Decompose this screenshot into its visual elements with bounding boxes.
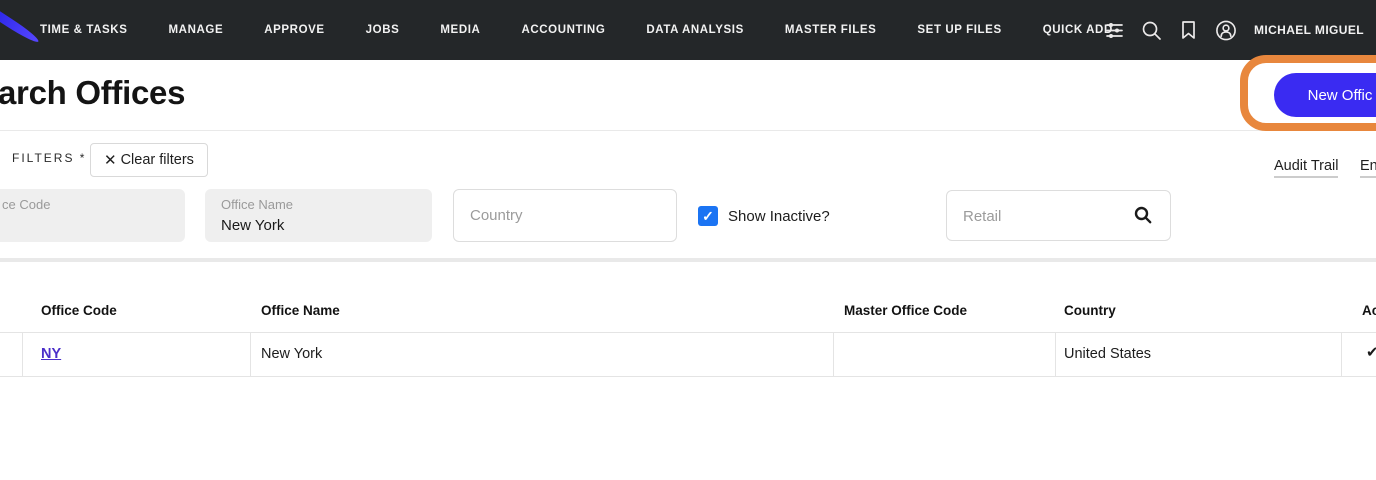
top-nav-bar: TIME & TASKS MANAGE APPROVE JOBS MEDIA A…: [0, 0, 1376, 60]
cell-divider: [1341, 333, 1342, 376]
office-name-cell: New York: [261, 346, 323, 362]
en-link[interactable]: En: [1360, 158, 1376, 178]
cell-divider: [1055, 333, 1056, 376]
col-header-active[interactable]: Ac: [1362, 303, 1376, 318]
col-header-country[interactable]: Country: [1064, 303, 1116, 318]
nav-item-manage[interactable]: MANAGE: [169, 24, 224, 36]
nav-item-accounting[interactable]: ACCOUNTING: [521, 24, 605, 36]
nav-item-master-files[interactable]: MASTER FILES: [785, 24, 877, 36]
cell-divider: [833, 333, 834, 376]
user-avatar-icon[interactable]: [1215, 19, 1237, 41]
sliders-icon[interactable]: [1104, 19, 1126, 41]
filters-label: FILTERS *: [12, 151, 87, 165]
nav-item-jobs[interactable]: JOBS: [366, 24, 400, 36]
clear-filters-label: Clear filters: [120, 152, 194, 168]
col-header-master-office-code[interactable]: Master Office Code: [844, 303, 967, 318]
nav-item-media[interactable]: MEDIA: [440, 24, 480, 36]
cell-divider: [22, 333, 23, 376]
type-search-field[interactable]: Retail: [946, 190, 1171, 241]
country-placeholder: Country: [470, 207, 523, 224]
nav-item-set-up-files[interactable]: SET UP FILES: [917, 24, 1001, 36]
office-code-link[interactable]: NY: [41, 346, 61, 362]
cell-divider: [250, 333, 251, 376]
type-search-placeholder: Retail: [963, 208, 1002, 225]
clear-filters-button[interactable]: ✕ Clear filters: [90, 143, 208, 177]
active-check-icon: ✔: [1366, 344, 1376, 361]
nav-item-approve[interactable]: APPROVE: [264, 24, 324, 36]
col-header-office-code[interactable]: Office Code: [41, 303, 117, 318]
search-icon[interactable]: [1141, 19, 1163, 41]
table-row[interactable]: NY New York United States ✔: [0, 332, 1376, 377]
col-header-office-name[interactable]: Office Name: [261, 303, 340, 318]
country-field[interactable]: Country: [453, 189, 677, 242]
show-inactive-label: Show Inactive?: [728, 208, 830, 225]
audit-trail-link[interactable]: Audit Trail: [1274, 158, 1339, 178]
show-inactive-checkbox[interactable]: ✓: [698, 206, 718, 226]
nav-right-cluster: MICHAEL MIGUEL: [1104, 0, 1366, 60]
office-name-value: New York: [221, 217, 285, 234]
clear-x-icon: ✕: [104, 151, 117, 169]
nav-item-time-tasks[interactable]: TIME & TASKS: [40, 24, 128, 36]
office-code-label: ce Code: [2, 197, 51, 212]
page-title: arch Offices: [0, 74, 186, 111]
nav-item-quick-add[interactable]: QUICK ADD: [1043, 24, 1113, 36]
section-divider: [0, 258, 1376, 262]
office-name-label: Office Name: [221, 197, 294, 212]
page-header: arch Offices: [0, 60, 1376, 131]
app-logo: [0, 0, 41, 46]
country-cell: United States: [1064, 346, 1152, 362]
new-office-button[interactable]: New Offic: [1274, 73, 1376, 117]
checkmark-icon: ✓: [702, 208, 714, 224]
office-name-field[interactable]: Office Name New York: [205, 189, 432, 242]
office-code-field[interactable]: ce Code: [0, 189, 185, 242]
search-submit-icon[interactable]: [1134, 206, 1152, 229]
user-name[interactable]: MICHAEL MIGUEL: [1254, 23, 1366, 37]
nav-menu: TIME & TASKS MANAGE APPROVE JOBS MEDIA A…: [0, 24, 1113, 36]
bookmark-icon[interactable]: [1178, 19, 1200, 41]
nav-item-data-analysis[interactable]: DATA ANALYSIS: [646, 24, 743, 36]
